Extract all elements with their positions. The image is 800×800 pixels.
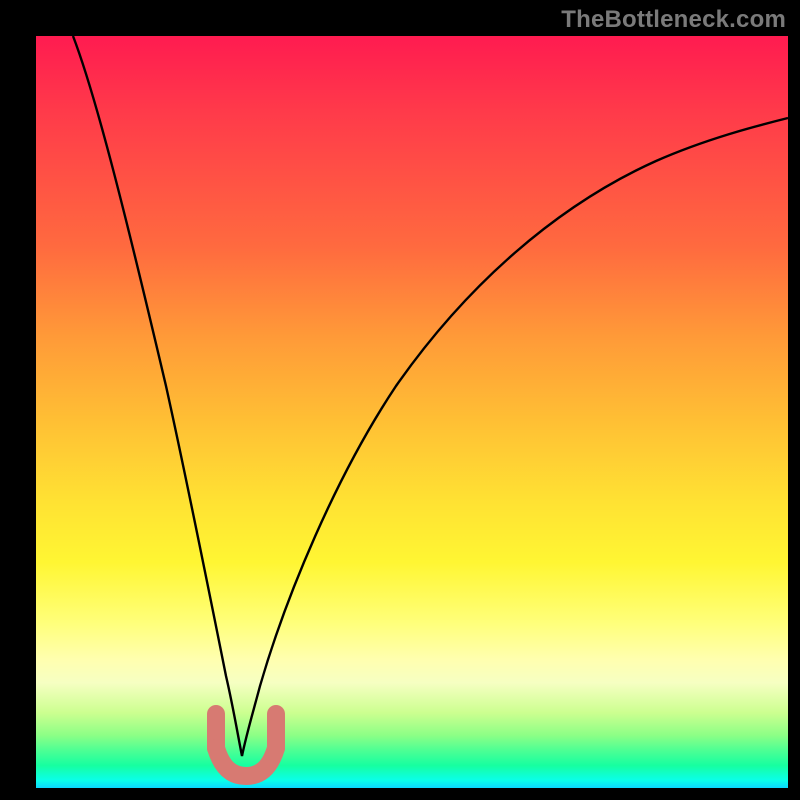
bottleneck-curve	[73, 36, 788, 756]
watermark-text: TheBottleneck.com	[561, 6, 786, 34]
chart-svg	[36, 36, 788, 788]
chart-frame: TheBottleneck.com	[0, 0, 800, 800]
plot-area	[36, 36, 788, 788]
